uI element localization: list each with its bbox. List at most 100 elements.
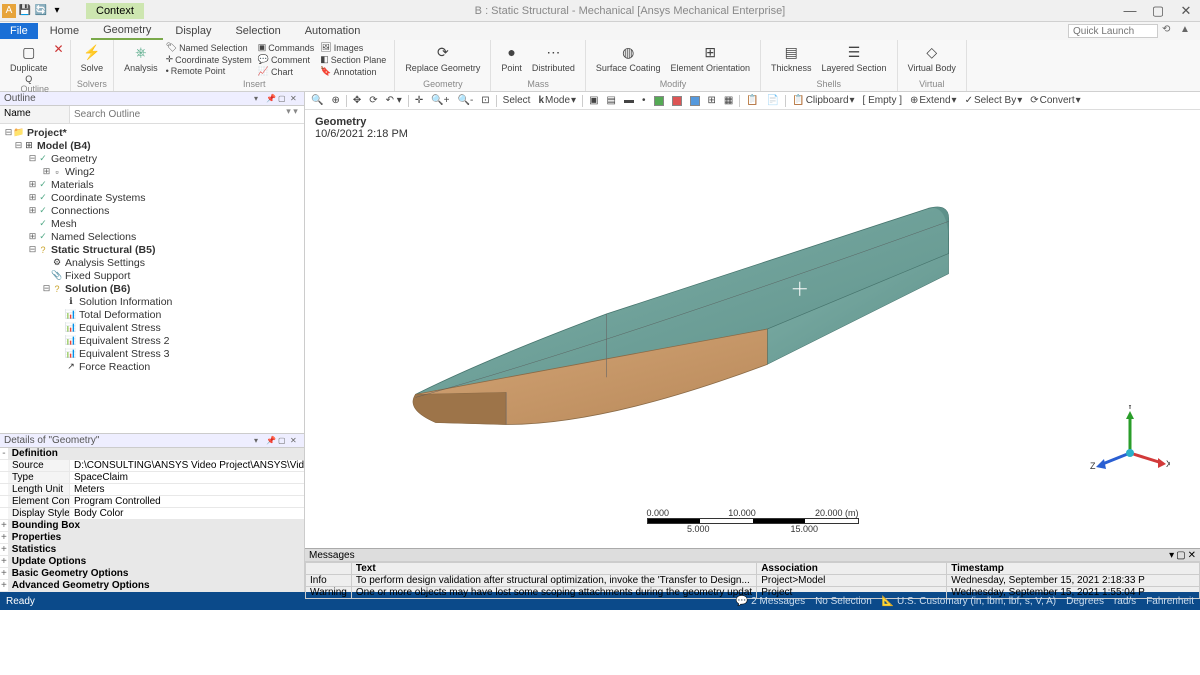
tab-home[interactable]: Home xyxy=(38,23,91,39)
dropdown-icon[interactable]: ▾ xyxy=(1169,550,1174,561)
annotation-button[interactable]: 🔖Annotation xyxy=(318,66,388,77)
close-pane-icon[interactable]: ✕ xyxy=(1188,550,1196,561)
rotate-icon[interactable]: ⟳ xyxy=(367,95,379,106)
insert-group-label: Insert xyxy=(120,79,388,89)
zoom-icon[interactable]: ⊕ xyxy=(329,95,341,106)
save-icon[interactable]: 💾 xyxy=(18,4,32,18)
empty-label: [ Empty ] xyxy=(861,95,904,106)
sel-green-icon[interactable] xyxy=(652,96,666,106)
analysis-button[interactable]: ⎈Analysis xyxy=(120,42,162,73)
details-grid[interactable]: -Definition SourceD:\CONSULTING\ANSYS Vi… xyxy=(0,448,304,592)
virtual-group-label: Virtual xyxy=(904,79,960,89)
tab-geometry[interactable]: Geometry xyxy=(91,22,163,40)
svg-text:Y: Y xyxy=(1127,405,1133,411)
distributed-mass-button[interactable]: ⋯Distributed xyxy=(528,42,579,73)
context-tab[interactable]: Context xyxy=(86,3,144,19)
dropdown-icon[interactable]: ▾ xyxy=(254,436,264,446)
hide-ribbon-icon[interactable]: ▲ xyxy=(1180,24,1194,38)
modify-group-label: Modify xyxy=(592,79,754,89)
element-orientation-button[interactable]: ⊞Element Orientation xyxy=(666,42,754,73)
pan-icon[interactable]: ✥ xyxy=(351,95,363,106)
close-button[interactable]: ✕ xyxy=(1172,3,1200,19)
status-messages[interactable]: 💬 2 Messages xyxy=(736,596,805,607)
tab-display[interactable]: Display xyxy=(163,23,223,39)
images-button[interactable]: 🖼Images xyxy=(318,42,388,53)
surface-coating-button[interactable]: ◍Surface Coating xyxy=(592,42,665,73)
comment-button[interactable]: 💬Comment xyxy=(256,54,317,65)
maximize-button[interactable]: ▢ xyxy=(1144,3,1172,19)
tab-automation[interactable]: Automation xyxy=(293,23,373,39)
maximize-pane-icon[interactable]: ▢ xyxy=(278,436,288,446)
restore-icon[interactable]: ⟲ xyxy=(1162,24,1176,38)
zoom-out-icon[interactable]: 🔍- xyxy=(456,95,476,106)
status-rads: rad/s xyxy=(1114,596,1136,607)
commands-button[interactable]: ▣Commands xyxy=(256,42,317,53)
paste-icon[interactable]: 📄 xyxy=(765,95,781,106)
solve-button[interactable]: ⚡Solve xyxy=(77,42,108,73)
sel-blue-icon[interactable] xyxy=(688,96,702,106)
wing-model xyxy=(305,110,1200,548)
pin-icon[interactable]: 📌 xyxy=(266,436,276,446)
sel-edge-icon[interactable]: ▬ xyxy=(622,95,636,106)
fit-icon[interactable]: ⊡ xyxy=(479,95,491,106)
maximize-pane-icon[interactable]: ▢ xyxy=(1176,550,1185,561)
outline-search-input[interactable] xyxy=(70,106,280,123)
solvers-group-label: Solvers xyxy=(77,79,108,89)
duplicate-button[interactable]: ▢DuplicateQ xyxy=(6,42,52,84)
zoom-fit-icon[interactable]: 🔍 xyxy=(309,95,325,106)
outline-header: Outline ▾ 📌 ▢ ✕ xyxy=(0,92,304,106)
maximize-pane-icon[interactable]: ▢ xyxy=(278,94,288,104)
section-plane-button[interactable]: ◧Section Plane xyxy=(318,54,388,65)
triad[interactable]: Y X Z xyxy=(1090,405,1170,488)
zoom-in-icon[interactable]: 🔍+ xyxy=(429,95,451,106)
clipboard-dropdown[interactable]: 📋 Clipboard▾ xyxy=(790,95,856,106)
sel-node-icon[interactable]: ⊞ xyxy=(706,95,718,106)
status-selection: No Selection xyxy=(815,596,872,607)
viewport-canvas[interactable]: Geometry10/6/2021 2:18 PM xyxy=(305,110,1200,548)
copy-icon[interactable]: 📋 xyxy=(744,95,760,106)
details-header: Details of "Geometry" ▾ 📌 ▢ ✕ xyxy=(0,434,304,448)
replace-geometry-button[interactable]: ⟳Replace Geometry xyxy=(401,42,484,73)
title-bar: A 💾 🔄 ▾ Context B : Static Structural - … xyxy=(0,0,1200,22)
close-pane-icon[interactable]: ✕ xyxy=(290,436,300,446)
messages-table[interactable]: Text Association Timestamp InfoTo perfor… xyxy=(305,562,1200,599)
chart-button[interactable]: 📈Chart xyxy=(256,66,317,77)
named-selection-button[interactable]: 🏷Named Selection xyxy=(164,42,254,53)
extend-dropdown[interactable]: ⊕ Extend▾ xyxy=(908,95,959,106)
filter-label: Name xyxy=(0,106,70,123)
rotate-prev-icon[interactable]: ↶ ▾ xyxy=(384,95,404,106)
messages-panel: Messages ▾ ▢ ✕ Text Association Timestam… xyxy=(305,548,1200,592)
sel-body-icon[interactable]: ▣ xyxy=(587,95,600,106)
filter-dropdown-icon[interactable]: ▾ ▾ xyxy=(280,106,304,123)
ribbon-tabs: File Home Geometry Display Selection Aut… xyxy=(0,22,1200,40)
dropdown-icon[interactable]: ▾ xyxy=(50,4,64,18)
outline-tree[interactable]: ⊟📁Project* ⊟⊞Model (B4) ⊟✓Geometry ⊞▫Win… xyxy=(0,124,304,433)
tab-selection[interactable]: Selection xyxy=(223,23,292,39)
selectby-dropdown[interactable]: ✓ Select By▾ xyxy=(963,95,1025,106)
remote-point-button[interactable]: •Remote Point xyxy=(164,66,254,76)
message-row[interactable]: InfoTo perform design validation after s… xyxy=(306,575,1200,587)
status-ready: Ready xyxy=(6,596,35,607)
point-mass-button[interactable]: ●Point xyxy=(497,42,526,73)
mode-dropdown[interactable]: k Mode▾ xyxy=(536,95,578,106)
select-label[interactable]: Select xyxy=(501,95,533,106)
file-tab[interactable]: File xyxy=(0,23,38,39)
sel-face-icon[interactable]: ▤ xyxy=(605,95,618,106)
sel-elem-icon[interactable]: ▦ xyxy=(722,95,735,106)
pin-icon[interactable]: 📌 xyxy=(266,94,276,104)
virtual-body-button[interactable]: ◇Virtual Body xyxy=(904,42,960,73)
center-icon[interactable]: ✛ xyxy=(413,95,425,106)
close-pane-icon[interactable]: ✕ xyxy=(290,94,300,104)
minimize-button[interactable]: — xyxy=(1116,3,1144,19)
sel-vertex-icon[interactable]: • xyxy=(640,95,648,106)
status-units[interactable]: 📐 U.S. Customary (in, lbm, lbf, s, V, A) xyxy=(882,596,1056,607)
thickness-button[interactable]: ▤Thickness xyxy=(767,42,816,73)
coord-system-button[interactable]: ✛Coordinate System xyxy=(164,54,254,65)
convert-dropdown[interactable]: ⟳ Convert▾ xyxy=(1028,95,1082,106)
layered-section-button[interactable]: ☰Layered Section xyxy=(818,42,891,73)
delete-icon[interactable]: ✕ xyxy=(54,42,64,56)
sel-red-icon[interactable] xyxy=(670,96,684,106)
refresh-icon[interactable]: 🔄 xyxy=(34,4,48,18)
quick-launch-input[interactable] xyxy=(1068,24,1158,38)
dropdown-icon[interactable]: ▾ xyxy=(254,94,264,104)
